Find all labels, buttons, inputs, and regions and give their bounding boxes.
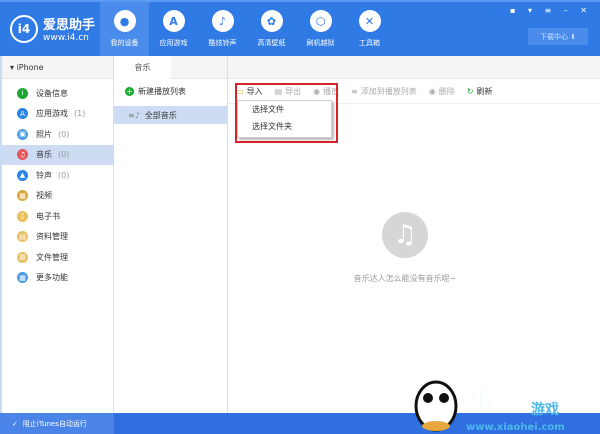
nav-toolbox[interactable]: ✕ 工具箱 <box>345 2 394 56</box>
refresh-button[interactable]: ↻ 刷新 <box>467 86 493 97</box>
nav-label: 酷炫铃声 <box>208 39 237 47</box>
sidebar-item[interactable]: ▥ 文件管理 <box>2 247 114 267</box>
flower-icon: ✿ <box>260 10 283 32</box>
sidebar-item-label: 设备信息 <box>36 88 68 98</box>
block-itunes-toggle[interactable]: ✓ 阻止iTunes自动运行 <box>0 413 114 434</box>
apple-icon: ● <box>113 10 136 32</box>
sidebar-item-icon: A <box>17 108 28 119</box>
tools-icon: ✕ <box>358 10 381 32</box>
sidebar-item-label: 资料管理 <box>36 232 68 241</box>
delete-icon: ◉ <box>428 87 436 96</box>
box-icon: ⬡ <box>309 10 332 32</box>
nav-my-device[interactable]: ● 我的设备 <box>100 2 149 56</box>
nav-label: 工具箱 <box>359 39 380 47</box>
sidebar-item-label: 视频 <box>36 191 52 200</box>
download-center-button[interactable]: 下载中心 ⬇ <box>528 28 588 45</box>
sidebar-item-icon: ▤ <box>17 231 28 242</box>
watermark-logo: 小黑 游戏 www.xiaohei.com <box>414 380 565 433</box>
sidebar-item-icon: ♫ <box>17 149 28 160</box>
new-playlist-label: 新建播放列表 <box>138 87 186 96</box>
sidebar-item[interactable]: ▯ 电子书 <box>2 206 114 226</box>
nav-label: 刷机越狱 <box>306 39 335 47</box>
top-nav: ● 我的设备 A 应用游戏 ♪ 酷炫铃声 ✿ 高清壁纸 ⬡ 刷机越狱 ✕ 工具箱 <box>100 2 394 56</box>
svg-text:游戏: 游戏 <box>531 401 559 418</box>
all-music-item[interactable]: ≡♪ 全部音乐 <box>114 106 227 124</box>
device-name: iPhone <box>16 63 44 72</box>
check-circle-icon: ✓ <box>12 419 18 428</box>
logo: i4 爱思助手 www.i4.cn <box>10 14 95 43</box>
sidebar-item-icon: ▯ <box>17 210 28 222</box>
bell-icon: ♪ <box>211 10 234 32</box>
sidebar-item-count: (1) <box>74 109 86 118</box>
plus-icon: + <box>125 87 134 96</box>
music-list-icon: ≡♪ <box>128 110 140 120</box>
sidebar-item-icon: ▥ <box>17 251 28 263</box>
block-itunes-label: 阻止iTunes自动运行 <box>22 419 87 428</box>
sidebar-item-label: 音乐 <box>36 150 52 159</box>
nav-label: 应用游戏 <box>159 39 188 47</box>
sidebar-item[interactable]: i 设备信息 <box>2 83 114 103</box>
sidebar-item-count: (0) <box>58 150 70 159</box>
nav-ringtones[interactable]: ♪ 酷炫铃声 <box>198 2 247 56</box>
device-header[interactable]: ▾ iPhone <box>2 56 113 79</box>
window-controls[interactable]: ▪ ▾ ≡ – ✕ <box>510 6 592 15</box>
sidebar-item-label: 更多功能 <box>36 273 68 282</box>
sidebar-item[interactable]: ▦ 更多功能 <box>2 268 114 288</box>
sidebar-item-icon: ▦ <box>17 190 28 201</box>
sidebar-item[interactable]: ▣ 照片 (0) <box>2 124 114 144</box>
sidebar-item[interactable]: ▦ 视频 <box>2 186 114 206</box>
sidebar-item-count: (0) <box>58 129 70 139</box>
refresh-label: 刷新 <box>476 87 493 96</box>
logo-icon: i4 <box>10 14 38 43</box>
svg-text:小黑: 小黑 <box>468 386 516 414</box>
sidebar-item-icon: ▲ <box>17 169 28 181</box>
sidebar-item-icon: ▣ <box>17 128 28 140</box>
refresh-icon: ↻ <box>466 87 474 96</box>
new-playlist-button[interactable]: + 新建播放列表 <box>125 86 186 97</box>
nav-label: 我的设备 <box>110 39 139 47</box>
sidebar: ▾ iPhone i 设备信息 A 应用游戏 (1) ▣ 照片 (0) ♫ 音乐 (0) ▲ 铃声 (0)… <box>0 56 114 413</box>
add-to-playlist-label: 添加到播放列表 <box>360 87 417 96</box>
nav-wallpapers[interactable]: ✿ 高清壁纸 <box>247 2 296 56</box>
sidebar-item[interactable]: ♫ 音乐 (0) <box>2 144 114 165</box>
playlist-panel: + 新建播放列表 ≡♪ 全部音乐 <box>114 56 228 413</box>
sidebar-item-label: 文件管理 <box>36 252 68 262</box>
sidebar-item-icon: i <box>17 87 28 99</box>
nav-label: 高清壁纸 <box>257 39 286 47</box>
app-name: 爱思助手 <box>43 18 96 33</box>
appstore-icon: A <box>162 10 185 32</box>
nav-flash[interactable]: ⬡ 刷机越狱 <box>296 2 345 56</box>
add-list-icon: ≡ <box>351 87 358 96</box>
sidebar-item-label: 电子书 <box>36 211 60 221</box>
add-to-playlist-button[interactable]: ≡ 添加到播放列表 <box>351 86 417 97</box>
sidebar-item[interactable]: ▲ 铃声 (0) <box>2 165 114 185</box>
sidebar-item-label: 应用游戏 <box>36 109 68 118</box>
highlight-box <box>235 83 338 143</box>
empty-state-text: 音乐达人怎么能没有音乐呢~ <box>353 274 457 283</box>
header: i4 爱思助手 www.i4.cn ● 我的设备 A 应用游戏 ♪ 酷炫铃声 ✿ 高清壁纸… <box>0 0 600 56</box>
svg-text:www.xiaohei.com: www.xiaohei.com <box>466 422 565 433</box>
sidebar-item[interactable]: ▤ 资料管理 <box>2 227 114 247</box>
sidebar-item-count: (0) <box>58 170 70 180</box>
music-note-icon: ♫ <box>382 212 428 258</box>
delete-button[interactable]: ◉ 删除 <box>429 86 455 97</box>
all-music-label: 全部音乐 <box>144 110 177 120</box>
sidebar-item-icon: ▦ <box>17 272 28 283</box>
app-url: www.i4.cn <box>43 33 89 43</box>
nav-apps[interactable]: A 应用游戏 <box>149 2 198 56</box>
sidebar-item-label: 照片 <box>36 129 52 139</box>
delete-label: 删除 <box>438 87 455 96</box>
sidebar-item[interactable]: A 应用游戏 (1) <box>2 104 114 124</box>
sidebar-item-label: 铃声 <box>36 170 52 180</box>
